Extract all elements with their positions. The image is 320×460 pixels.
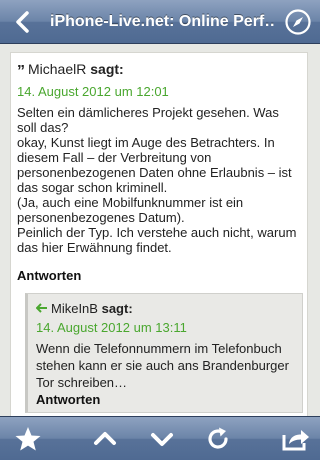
share-icon <box>282 430 309 451</box>
share-button[interactable] <box>280 424 310 454</box>
comment-date[interactable]: 14. August 2012 um 12:01 <box>17 84 169 99</box>
page-content[interactable]: ” MichaelR sagt: 14. August 2012 um 12:01… <box>0 44 320 416</box>
back-button[interactable] <box>8 7 38 37</box>
nested-reply-card: MikeInB sagt: 14. August 2012 um 13:11 W… <box>25 293 303 413</box>
scroll-up-button[interactable] <box>90 424 120 454</box>
reply-author-line: MikeInB sagt: <box>35 301 133 316</box>
comment-author-line: ” MichaelR sagt: <box>17 61 124 81</box>
reply-author: MikeInB <box>51 301 98 316</box>
reply-body: Wenn die Telefonnummern im Telefonbuch s… <box>36 341 289 390</box>
navigation-bar: iPhone-Live.net: Online Perf… <box>0 0 320 44</box>
reply-link[interactable]: Antworten <box>17 268 81 283</box>
reply-to-reply-link[interactable]: Antworten <box>36 392 100 407</box>
back-arrow-icon <box>16 11 29 33</box>
reply-date[interactable]: 14. August 2012 um 13:11 <box>36 320 187 335</box>
comment-paragraph: okay, Kunst liegt im Auge des Betrachter… <box>17 135 292 195</box>
comment-author: MichaelR <box>28 61 87 77</box>
compass-button[interactable] <box>284 8 312 36</box>
comment-paragraph: (Ja, auch eine Mobilfunknummer ist ein p… <box>17 195 244 225</box>
reply-arrow-icon <box>35 303 47 313</box>
comment-says: sagt: <box>90 61 124 77</box>
scroll-down-button[interactable] <box>147 424 177 454</box>
bottom-toolbar <box>0 416 320 460</box>
reply-says: sagt: <box>101 301 133 316</box>
bookmark-button[interactable] <box>13 424 43 454</box>
comment-body: Selten ein dämlicheres Projekt gesehen. … <box>17 105 299 255</box>
refresh-button[interactable] <box>203 424 233 454</box>
chevron-down-icon <box>151 433 173 446</box>
comment-card: ” MichaelR sagt: 14. August 2012 um 12:01… <box>10 52 308 416</box>
star-icon <box>15 427 41 451</box>
page-title: iPhone-Live.net: Online Perf… <box>50 13 274 30</box>
chevron-up-icon <box>94 432 116 445</box>
quote-icon: ” <box>17 63 25 80</box>
comment-paragraph: Peinlich der Typ. Ich verstehe auch nich… <box>17 225 297 255</box>
refresh-icon <box>208 427 228 449</box>
compass-icon <box>285 9 311 35</box>
comment-paragraph: Selten ein dämlicheres Projekt gesehen. … <box>17 105 279 135</box>
